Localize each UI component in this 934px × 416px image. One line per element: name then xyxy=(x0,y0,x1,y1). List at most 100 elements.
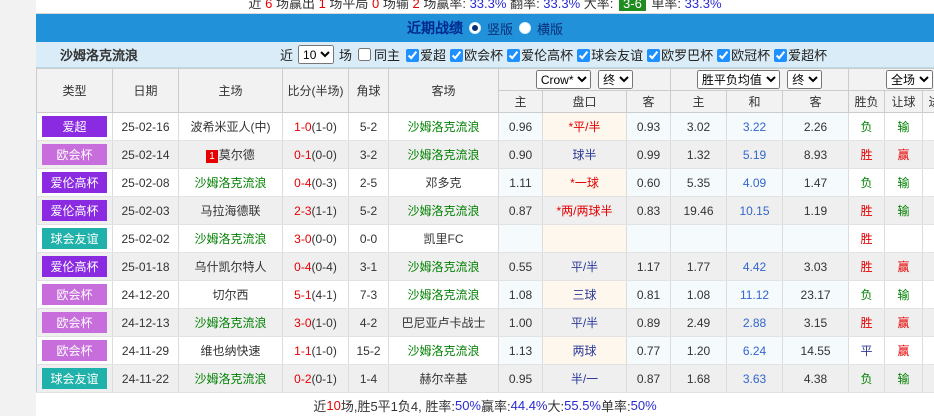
competition-label-4[interactable]: 欧罗巴杯 xyxy=(661,48,713,63)
away-team-cell: 凯里FC xyxy=(389,225,499,253)
team-link[interactable]: 莫尔德 xyxy=(219,148,255,162)
competition-checkbox-3[interactable] xyxy=(577,49,590,62)
scope-select[interactable]: 全场 xyxy=(886,70,933,89)
team-link[interactable]: 沙姆洛克流浪 xyxy=(407,148,479,162)
full-score: 1-0 xyxy=(294,120,311,134)
type-cell: 爱伦高杯 xyxy=(37,169,113,197)
team-link[interactable]: 沙姆洛克流浪 xyxy=(194,316,266,330)
competition-label-0[interactable]: 爱超 xyxy=(420,48,446,63)
odds-source-select[interactable]: Crow* xyxy=(536,70,591,89)
horizontal-layout-label[interactable]: 横版 xyxy=(537,19,563,38)
result-cell: 负 xyxy=(849,365,885,393)
team-link[interactable]: 巴尼亚卢卡战士 xyxy=(401,316,485,330)
table-row: 球会友谊25-02-02沙姆洛克流浪3-0(0-0)0-0凯里FC胜 xyxy=(37,225,934,253)
team-link[interactable]: 沙姆洛克流浪 xyxy=(407,120,479,134)
competition-label-2[interactable]: 爱伦高杯 xyxy=(521,48,573,63)
team-link[interactable]: 赫尔辛基 xyxy=(419,372,467,386)
team-link[interactable]: 维也纳快速 xyxy=(200,344,260,358)
odds-away-cell: 0.99 xyxy=(627,141,671,169)
score-cell: 1-0(1-0) xyxy=(283,113,349,141)
competition-checkbox-6[interactable] xyxy=(774,49,787,62)
away-team-cell: 沙姆洛克流浪 xyxy=(389,253,499,281)
avg-type-select[interactable]: 胜平负均值 xyxy=(697,70,780,89)
half-score: (1-0) xyxy=(312,120,337,134)
team-link[interactable]: 沙姆洛克流浪 xyxy=(194,176,266,190)
competition-checkbox-4[interactable] xyxy=(647,49,660,62)
table-row: 欧会杯24-12-13沙姆洛克流浪3-0(1-0)4-2巴尼亚卢卡战士1.00平… xyxy=(37,309,934,337)
away-team-cell: 巴尼亚卢卡战士 xyxy=(389,309,499,337)
table-row: 爱超25-02-16波希米亚人(中)1-0(1-0)5-2沙姆洛克流浪0.96*… xyxy=(37,113,934,141)
top-summary-text: 近 6 场赢出 1 场平局 0 场输 2 场赢率: 33.3% 翻率: 33.3… xyxy=(36,0,934,12)
vertical-layout-radio[interactable] xyxy=(469,22,481,34)
summary-segment: 3-6 xyxy=(619,0,646,11)
team-link[interactable]: 乌什凯尔特人 xyxy=(194,260,266,274)
col-away: 客场 xyxy=(389,69,499,113)
sub-col-handicap: 盘口 xyxy=(543,91,627,113)
type-badge: 欧会杯 xyxy=(42,340,107,361)
competition-checkbox-2[interactable] xyxy=(507,49,520,62)
full-score: 5-1 xyxy=(294,288,311,302)
competition-label-1[interactable]: 欧会杯 xyxy=(464,48,503,63)
half-score: (0-0) xyxy=(312,148,337,162)
match-count-select[interactable]: 10 xyxy=(298,45,334,64)
footer-summary: 近10场,胜5平1负4, 胜率:50% 赢率:44.4% 大:55.5% 单率:… xyxy=(36,393,934,416)
avg-away-cell: 14.55 xyxy=(783,337,849,365)
summary-segment: 33.3% xyxy=(470,0,507,11)
odds-away-cell: 0.87 xyxy=(627,365,671,393)
odds-state-select[interactable]: 终 xyxy=(598,70,633,89)
home-team-cell: 乌什凯尔特人 xyxy=(179,253,283,281)
handicap-result-cell: 输 xyxy=(885,197,923,225)
sub-col-result: 胜负 xyxy=(849,91,885,113)
summary-segment: 赢率: xyxy=(481,396,511,415)
team-link[interactable]: 波希米亚人(中) xyxy=(191,120,271,134)
team-link[interactable]: 凯里FC xyxy=(424,232,464,246)
competition-checkbox-0[interactable] xyxy=(406,49,419,62)
same-host-label[interactable]: 同主 xyxy=(374,45,400,64)
corner-cell: 5-2 xyxy=(349,113,389,141)
competition-checkbox-1[interactable] xyxy=(450,49,463,62)
corner-cell: 2-5 xyxy=(349,169,389,197)
team-link[interactable]: 沙姆洛克流浪 xyxy=(407,260,479,274)
team-link[interactable]: 沙姆洛克流浪 xyxy=(407,204,479,218)
avg-draw-cell: 6.24 xyxy=(727,337,783,365)
table-row: 欧会杯24-11-29维也纳快速1-1(1-0)15-2沙姆洛克流浪1.13两球… xyxy=(37,337,934,365)
team-link[interactable]: 沙姆洛克流浪 xyxy=(407,288,479,302)
full-score: 2-3 xyxy=(294,204,311,218)
sub-col-let: 让球 xyxy=(885,91,923,113)
handicap-cell: 半/一 xyxy=(543,365,627,393)
team-link[interactable]: 沙姆洛克流浪 xyxy=(194,232,266,246)
competition-label-5[interactable]: 欧冠杯 xyxy=(731,48,770,63)
team-link[interactable]: 沙姆洛克流浪 xyxy=(407,344,479,358)
competition-label-6[interactable]: 爱超杯 xyxy=(788,48,827,63)
type-badge: 爱伦高杯 xyxy=(42,200,107,221)
team-link[interactable]: 邓多克 xyxy=(425,176,461,190)
team-link[interactable]: 沙姆洛克流浪 xyxy=(194,372,266,386)
home-team-cell: 沙姆洛克流浪 xyxy=(179,169,283,197)
team-link[interactable]: 切尔西 xyxy=(212,288,248,302)
avg-state-select[interactable]: 终 xyxy=(787,70,822,89)
odds-home-cell: 1.13 xyxy=(499,337,543,365)
top-summary-strip: 近 6 场赢出 1 场平局 0 场输 2 场赢率: 33.3% 翻率: 33.3… xyxy=(36,0,934,14)
vertical-layout-label[interactable]: 竖版 xyxy=(487,19,513,38)
score-cell: 0-2(0-1) xyxy=(283,365,349,393)
odds-away-cell xyxy=(627,225,671,253)
avg-away-cell: 4.38 xyxy=(783,365,849,393)
competition-checkbox-5[interactable] xyxy=(717,49,730,62)
stats-table: 类型 日期 主场 比分(半场) 角球 客场 Crow* 终 胜平负均值 终 xyxy=(36,68,934,393)
matches-label: 场 xyxy=(339,45,352,64)
handicap-result-cell: 赢 xyxy=(885,141,923,169)
score-cell: 3-0(1-0) xyxy=(283,309,349,337)
full-score: 0-1 xyxy=(294,148,311,162)
summary-segment: 大率: xyxy=(580,0,617,11)
score-cell: 0-4(0-4) xyxy=(283,253,349,281)
horizontal-layout-radio[interactable] xyxy=(519,22,531,34)
col-date: 日期 xyxy=(113,69,179,113)
competition-label-3[interactable]: 球会友谊 xyxy=(591,48,643,63)
avg-away-cell: 1.47 xyxy=(783,169,849,197)
summary-segment: 场平局 xyxy=(326,0,372,11)
same-host-checkbox[interactable] xyxy=(358,48,371,61)
team-link[interactable]: 马拉海德联 xyxy=(200,204,260,218)
half-score: (0-3) xyxy=(312,176,337,190)
half-score: (1-0) xyxy=(312,344,337,358)
away-team-cell: 沙姆洛克流浪 xyxy=(389,113,499,141)
